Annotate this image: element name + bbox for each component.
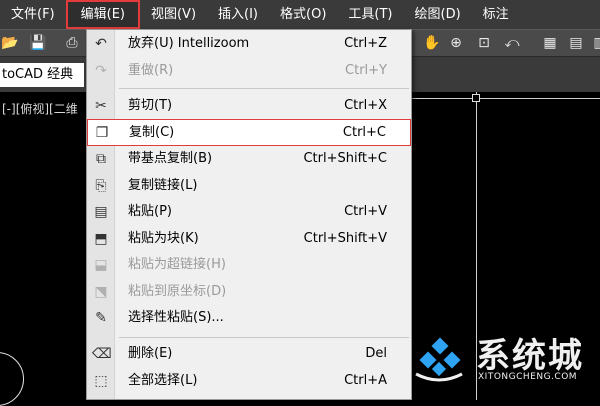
menu-item-copy[interactable]: ❐ 复制(C) Ctrl+C (87, 119, 411, 146)
properties-icon[interactable]: ▦ (540, 33, 560, 53)
grip-handle[interactable] (472, 94, 480, 102)
paste-coords-icon: ⬔ (94, 284, 108, 300)
select-all-icon: ⬚ (94, 373, 108, 389)
menu-edit[interactable]: 编辑(E) (65, 0, 140, 29)
viewport-label[interactable]: [-][俯视][二维 (2, 100, 78, 117)
undo-icon: ↶ (95, 36, 107, 52)
menu-draw[interactable]: 绘图(D) (404, 0, 472, 29)
watermark-url: XITONGCHENG.COM (478, 372, 578, 382)
menu-item-redo[interactable]: ↷ 重做(R) Ctrl+Y (87, 58, 411, 85)
tool-palette-icon[interactable]: ▥ (590, 33, 600, 53)
design-center-icon[interactable]: ▤ (566, 33, 586, 53)
save-icon[interactable]: 💾 (28, 33, 48, 53)
menu-separator (119, 88, 409, 89)
print-icon[interactable]: ⎙ (62, 33, 82, 53)
menu-separator (119, 337, 409, 338)
zoom-window-icon[interactable]: ⊡ (474, 33, 494, 53)
menu-item-select-all[interactable]: ⬚ 全部选择(L) Ctrl+A (87, 368, 411, 395)
menu-item-copy-link[interactable]: ⎘ 复制链接(L) (87, 173, 411, 200)
copy-base-icon: ⧉ (96, 151, 106, 167)
watermark-text: 系统城 (476, 336, 584, 376)
zoom-realtime-icon[interactable]: ⊕ (446, 33, 466, 53)
menu-item-cut[interactable]: ✂ 剪切(T) Ctrl+X (87, 93, 411, 120)
copy-icon: ❐ (95, 125, 109, 141)
menu-item-paste-original-coords[interactable]: ⬔ 粘贴到原坐标(D) (87, 279, 411, 306)
drawing-line (408, 98, 600, 99)
paste-icon: ▤ (94, 204, 108, 220)
watermark-logo-icon (415, 337, 463, 382)
paste-block-icon: ⬒ (94, 231, 108, 247)
open-folder-icon[interactable]: 📂 (0, 33, 20, 53)
drawing-circle (0, 352, 24, 406)
menu-tools[interactable]: 工具(T) (337, 0, 403, 29)
eraser-icon: ⌫ (92, 346, 112, 362)
menu-file[interactable]: 文件(F) (0, 0, 66, 29)
workspace-select[interactable]: toCAD 经典 (0, 63, 84, 87)
edit-menu-dropdown: ↶ 放弃(U) Intellizoom Ctrl+Z ↷ 重做(R) Ctrl+… (86, 29, 412, 400)
paste-special-icon: ✎ (95, 310, 107, 326)
redo-icon: ↷ (95, 63, 107, 79)
menu-item-paste[interactable]: ▤ 粘贴(P) Ctrl+V (87, 199, 411, 226)
menu-insert[interactable]: 插入(I) (207, 0, 269, 29)
menu-bar: 文件(F) 编辑(E) 视图(V) 插入(I) 格式(O) 工具(T) 绘图(D… (0, 0, 600, 29)
menu-item-undo[interactable]: ↶ 放弃(U) Intellizoom Ctrl+Z (87, 31, 411, 58)
paste-hyperlink-icon: ⬓ (94, 257, 108, 273)
copy-link-icon: ⎘ (95, 178, 107, 194)
menu-item-delete[interactable]: ⌫ 删除(E) Del (87, 341, 411, 368)
zoom-previous-icon[interactable]: ⤺ (502, 33, 522, 53)
menu-item-paste-hyperlink[interactable]: ⬓ 粘贴为超链接(H) (87, 252, 411, 279)
menu-item-copy-with-base[interactable]: ⧉ 带基点复制(B) Ctrl+Shift+C (87, 146, 411, 173)
watermark: 系统城 XITONGCHENG.COM (410, 322, 600, 400)
pan-hand-icon[interactable]: ✋ (422, 33, 442, 53)
scissors-icon: ✂ (95, 98, 107, 114)
menu-view[interactable]: 视图(V) (140, 0, 207, 29)
menu-item-paste-special[interactable]: ✎ 选择性粘贴(S)... (87, 305, 411, 332)
menu-item-paste-as-block[interactable]: ⬒ 粘贴为块(K) Ctrl+Shift+V (87, 226, 411, 253)
menu-dimension[interactable]: 标注 (472, 0, 520, 29)
menu-format[interactable]: 格式(O) (269, 0, 337, 29)
